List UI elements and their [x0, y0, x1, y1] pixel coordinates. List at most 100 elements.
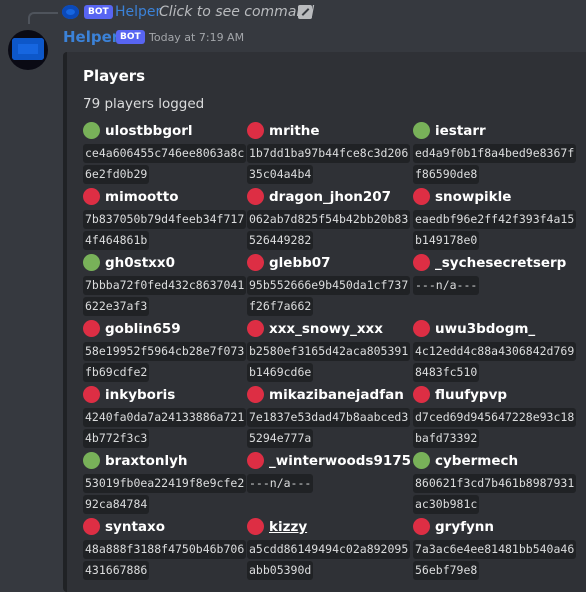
player-name-text: syntaxo — [105, 519, 165, 535]
player-name: fluufypvp — [413, 385, 573, 405]
player-uuid-line: f86590de8 — [413, 165, 480, 184]
player-name: _sychesecretserp — [413, 253, 573, 273]
player-field: dragon_jhon207 062ab7d825f54b42bb20b83 526… — [247, 187, 411, 253]
player-name-text: cybermech — [435, 453, 519, 469]
player-name-text: xxx_snowy_xxx — [269, 321, 383, 337]
player-field: syntaxo 48a888f3188f4750b46b706 431667886 — [83, 517, 247, 583]
player-name: _winterwoods9175 — [247, 451, 411, 471]
player-name: inkyboris — [83, 385, 243, 405]
author-name[interactable]: Helper — [63, 27, 119, 47]
message-timestamp: Today at 7:19 AM — [149, 31, 245, 44]
player-name: snowpikle — [413, 187, 573, 207]
player-uuid-line: 5294e777a — [247, 429, 314, 448]
player-name: gh0stxx0 — [83, 253, 243, 273]
player-field: gryfynn 7a3ac6e4ee81481bb540a46 56ebf79e8 — [413, 517, 577, 583]
slash-command-icon — [298, 5, 312, 19]
player-uuid-line: 431667886 — [83, 561, 150, 580]
player-field: goblin659 58e19952f5964cb28e7f073 fb69cdfe… — [83, 319, 247, 385]
player-uuid-line: b1469cd6e — [247, 363, 314, 382]
player-uuid-line: 526449282 — [247, 231, 314, 250]
player-name-text: braxtonlyh — [105, 453, 188, 469]
reply-reference[interactable]: BOT Helper Click to see command — [0, 0, 586, 24]
red-circle-icon — [413, 386, 430, 403]
green-circle-icon — [83, 254, 100, 271]
red-circle-icon — [247, 452, 264, 469]
reply-author-name[interactable]: Helper — [115, 3, 161, 21]
player-name-text: uwu3bdogm_ — [435, 321, 536, 337]
author-avatar[interactable] — [8, 30, 48, 70]
player-name-text: fluufypvp — [435, 387, 508, 403]
player-uuid-line: d7ced69d945647228e93c18 — [413, 408, 577, 427]
player-uuid-line: 58e19952f5964cb28e7f073 — [83, 342, 247, 361]
player-uuid-line: 8483fc510 — [413, 363, 480, 382]
player-field: _sychesecretserp ---n/a--- — [413, 253, 573, 319]
green-circle-icon — [413, 122, 430, 139]
player-uuid-line: b149178e0 — [413, 231, 480, 250]
player-uuid-line: 062ab7d825f54b42bb20b83 — [247, 210, 411, 229]
player-field: cybermech 860621f3cd7b461b8987931 ac30b981… — [413, 451, 577, 517]
player-name: mrithe — [247, 121, 407, 141]
player-uuid-line: 92ca84784 — [83, 495, 150, 514]
player-uuid-line: 7a3ac6e4ee81481bb540a46 — [413, 540, 577, 559]
player-name-text: kizzy — [269, 519, 308, 535]
player-name-text: inkyboris — [105, 387, 176, 403]
embed-description: 79 players logged — [83, 96, 205, 112]
player-uuid-line: ed4a9f0b1f8a4bed9e8367f — [413, 144, 577, 163]
player-uuid-line: bafd73392 — [413, 429, 480, 448]
player-uuid-line: 35c04a4b4 — [247, 165, 314, 184]
player-uuid-line: 7e1837e53dad47b8aabced3 — [247, 408, 411, 427]
player-field: mikazibanejadfan 7e1837e53dad47b8aabced3 5… — [247, 385, 411, 451]
player-field: fluufypvp d7ced69d945647228e93c18 bafd7339… — [413, 385, 577, 451]
player-name: cybermech — [413, 451, 573, 471]
player-name: ulostbbgorl — [83, 121, 243, 141]
player-name-text: gryfynn — [435, 519, 495, 535]
player-uuid-line: a5cdd86149494c02a892095 — [247, 540, 411, 559]
player-field: snowpikle eaedbf96e2ff42f393f4a15 b149178e… — [413, 187, 577, 253]
reply-bot-badge: BOT — [84, 5, 113, 19]
player-uuid-line: 53019fb0ea22419f8e9cfe2 — [83, 474, 247, 493]
player-name: xxx_snowy_xxx — [247, 319, 407, 339]
player-name-text: goblin659 — [105, 321, 181, 337]
red-circle-icon — [83, 386, 100, 403]
player-name-text: dragon_jhon207 — [269, 189, 392, 205]
red-circle-icon — [413, 188, 430, 205]
player-uuid-line: ac30b981c — [413, 495, 480, 514]
red-circle-icon — [413, 254, 430, 271]
player-name-text: ulostbbgorl — [105, 123, 193, 139]
player-name: glebb07 — [247, 253, 407, 273]
player-name-text: _winterwoods9175 — [269, 453, 412, 469]
green-circle-icon — [83, 452, 100, 469]
player-name: iestarr — [413, 121, 573, 141]
player-name-text: iestarr — [435, 123, 486, 139]
player-uuid-line: 1b7dd1ba97b44fce8c3d206 — [247, 144, 411, 163]
player-name-text: mikazibanejadfan — [269, 387, 404, 403]
green-circle-icon — [413, 452, 430, 469]
red-circle-icon — [83, 518, 100, 535]
red-circle-icon — [413, 518, 430, 535]
player-uuid-line: 622e37af3 — [83, 297, 150, 316]
red-circle-icon — [413, 320, 430, 337]
red-circle-icon — [247, 320, 264, 337]
player-uuid-line: abb05390d — [247, 561, 314, 580]
player-uuid-line: eaedbf96e2ff42f393f4a15 — [413, 210, 577, 229]
player-field: gh0stxx0 7bbba72f0fed432c8637041 622e37af3 — [83, 253, 247, 319]
player-name: dragon_jhon207 — [247, 187, 407, 207]
player-name-text: mimootto — [105, 189, 179, 205]
player-uuid-line: fb69cdfe2 — [83, 363, 150, 382]
player-uuid-line: ---n/a--- — [247, 474, 314, 493]
player-uuid-line: 48a888f3188f4750b46b706 — [83, 540, 247, 559]
player-field: inkyboris 4240fa0da7a24133886a721 4b772f3c… — [83, 385, 247, 451]
player-uuid-line: 7bbba72f0fed432c8637041 — [83, 276, 247, 295]
bot-badge: BOT — [116, 30, 145, 44]
reply-command-link[interactable]: Click to see command — [159, 3, 314, 21]
player-field: mimootto 7b837050b79d4feeb34f717 4f464861b — [83, 187, 247, 253]
player-name-text: glebb07 — [269, 255, 331, 271]
embed-title: Players — [83, 67, 146, 85]
player-field: uwu3bdogm_ 4c12edd4c88a4306842d769 8483fc5… — [413, 319, 577, 385]
player-uuid-line: 4f464861b — [83, 231, 150, 250]
red-circle-icon — [83, 320, 100, 337]
player-field: _winterwoods9175 ---n/a--- — [247, 451, 411, 517]
red-circle-icon — [247, 386, 264, 403]
reply-avatar[interactable] — [62, 5, 79, 19]
player-uuid-line: 56ebf79e8 — [413, 561, 480, 580]
